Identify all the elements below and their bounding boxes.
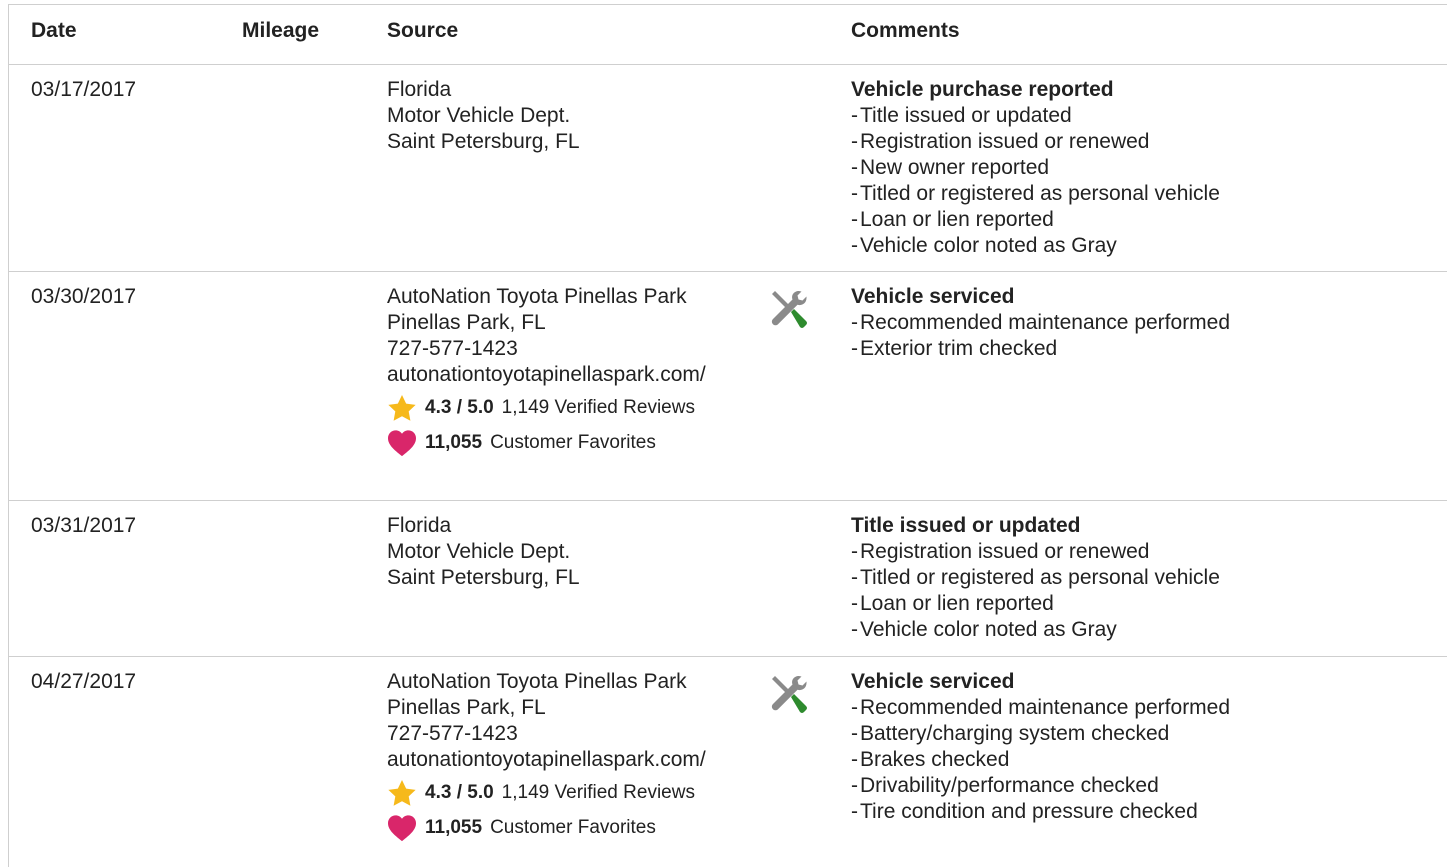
- source-line: Saint Petersburg, FL: [387, 566, 580, 589]
- dealer-favorites: 11,055 Customer Favorites: [387, 428, 757, 458]
- comment-item: New owner reported: [851, 155, 1447, 181]
- dealer-phone[interactable]: 727-577-1423: [387, 336, 757, 362]
- comment-item: Loan or lien reported: [851, 591, 1447, 617]
- row-comments: Vehicle purchase reported Title issued o…: [851, 77, 1447, 259]
- comment-item: Titled or registered as personal vehicle: [851, 181, 1447, 207]
- comment-item: Loan or lien reported: [851, 207, 1447, 233]
- table-header: Date Mileage Source Comments: [9, 5, 1447, 65]
- table-row: 03/30/2017 AutoNation Toyota Pinellas Pa…: [9, 272, 1447, 501]
- comment-item: Battery/charging system checked: [851, 721, 1447, 747]
- row-date: 03/17/2017: [31, 78, 137, 101]
- favorites-label: Customer Favorites: [490, 432, 656, 453]
- row-date: 03/30/2017: [31, 285, 137, 308]
- row-source: AutoNation Toyota Pinellas Park Pinellas…: [387, 669, 757, 843]
- row-date: 03/31/2017: [31, 514, 137, 537]
- dealer-website-link[interactable]: autonationtoyotapinellaspark.com/: [387, 362, 749, 388]
- vehicle-history-page: Date Mileage Source Comments 03/17/2017 …: [0, 0, 1447, 867]
- row-source: AutoNation Toyota Pinellas Park Pinellas…: [387, 284, 757, 458]
- heart-icon: [388, 430, 416, 457]
- favorites-count: 11,055: [425, 817, 483, 838]
- dealer-website-link[interactable]: autonationtoyotapinellaspark.com/: [387, 747, 749, 773]
- comment-title: Vehicle serviced: [851, 285, 1015, 308]
- comment-item: Recommended maintenance performed: [851, 695, 1447, 721]
- table-row: 03/31/2017 Florida Motor Vehicle Dept. S…: [9, 501, 1447, 657]
- comment-item: Drivability/performance checked: [851, 773, 1447, 799]
- comment-title: Vehicle purchase reported: [851, 78, 1114, 101]
- header-source: Source: [387, 19, 459, 42]
- dealer-favorites: 11,055 Customer Favorites: [387, 813, 757, 843]
- favorites-count: 11,055: [425, 432, 483, 453]
- rating-score: 4.3 / 5.0: [425, 782, 494, 803]
- heart-icon: [388, 815, 416, 842]
- dealer-location: Pinellas Park, FL: [387, 311, 546, 334]
- row-date: 04/27/2017: [31, 670, 137, 693]
- source-line: Florida: [387, 78, 452, 101]
- row-source: Florida Motor Vehicle Dept. Saint Peters…: [387, 77, 757, 155]
- comment-item: Vehicle color noted as Gray: [851, 233, 1447, 259]
- comment-item: Registration issued or renewed: [851, 129, 1447, 155]
- service-tools-icon: [767, 673, 811, 717]
- dealer-rating[interactable]: 4.3 / 5.0 1,149 Verified Reviews: [387, 393, 757, 423]
- comment-item: Registration issued or renewed: [851, 539, 1447, 565]
- comment-title: Vehicle serviced: [851, 670, 1015, 693]
- comment-item: Tire condition and pressure checked: [851, 799, 1447, 825]
- star-icon: [388, 779, 416, 806]
- history-table: Date Mileage Source Comments 03/17/2017 …: [8, 4, 1447, 867]
- rating-score: 4.3 / 5.0: [425, 397, 494, 418]
- header-mileage: Mileage: [242, 19, 320, 42]
- service-tools-icon: [767, 288, 811, 332]
- header-comments: Comments: [851, 19, 960, 42]
- comment-item: Recommended maintenance performed: [851, 310, 1447, 336]
- rating-reviews: 1,149 Verified Reviews: [501, 782, 695, 803]
- table-row: 04/27/2017 AutoNation Toyota Pinellas Pa…: [9, 657, 1447, 867]
- row-source: Florida Motor Vehicle Dept. Saint Peters…: [387, 513, 757, 591]
- comment-item: Exterior trim checked: [851, 336, 1447, 362]
- comment-item: Vehicle color noted as Gray: [851, 617, 1447, 643]
- dealer-name: AutoNation Toyota Pinellas Park: [387, 670, 687, 693]
- dealer-phone[interactable]: 727-577-1423: [387, 721, 757, 747]
- comment-title: Title issued or updated: [851, 514, 1081, 537]
- header-date: Date: [31, 19, 77, 42]
- star-icon: [388, 394, 416, 421]
- favorites-label: Customer Favorites: [490, 817, 656, 838]
- source-line: Saint Petersburg, FL: [387, 130, 580, 153]
- row-comments: Vehicle serviced Recommended maintenance…: [851, 669, 1447, 825]
- comment-item: Titled or registered as personal vehicle: [851, 565, 1447, 591]
- dealer-rating[interactable]: 4.3 / 5.0 1,149 Verified Reviews: [387, 778, 757, 808]
- source-line: Motor Vehicle Dept.: [387, 104, 571, 127]
- row-comments: Title issued or updated Registration iss…: [851, 513, 1447, 643]
- dealer-location: Pinellas Park, FL: [387, 696, 546, 719]
- source-line: Motor Vehicle Dept.: [387, 540, 571, 563]
- dealer-name: AutoNation Toyota Pinellas Park: [387, 285, 687, 308]
- comment-item: Title issued or updated: [851, 103, 1447, 129]
- source-line: Florida: [387, 514, 452, 537]
- comment-item: Brakes checked: [851, 747, 1447, 773]
- table-row: 03/17/2017 Florida Motor Vehicle Dept. S…: [9, 65, 1447, 272]
- rating-reviews: 1,149 Verified Reviews: [501, 397, 695, 418]
- row-comments: Vehicle serviced Recommended maintenance…: [851, 284, 1447, 362]
